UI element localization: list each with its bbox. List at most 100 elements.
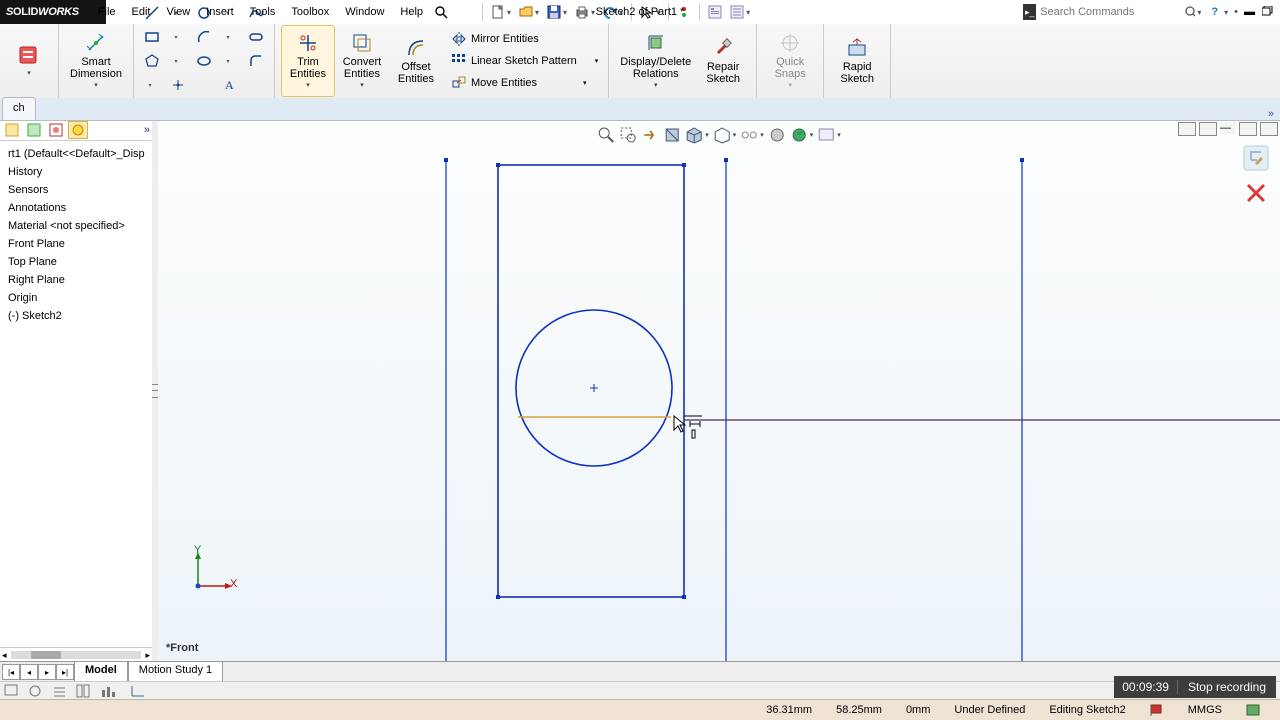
fillet-tool[interactable] (244, 50, 268, 72)
rec-stop-button[interactable]: Stop recording (1178, 680, 1276, 694)
open-icon[interactable] (519, 5, 533, 19)
dropdown-icon[interactable]: ▾ (94, 82, 98, 90)
text-tool[interactable]: A (218, 74, 242, 96)
print-icon[interactable] (575, 5, 589, 19)
tree-material[interactable]: Material <not specified> (2, 217, 150, 235)
sketch-geometry (158, 120, 1280, 665)
search-input[interactable] (1036, 5, 1184, 19)
ellipse-tool[interactable] (192, 50, 216, 72)
save-icon[interactable] (547, 5, 561, 19)
terminal-icon: ▸_ (1023, 4, 1036, 20)
dropdown-icon[interactable]: ▾ (1195, 8, 1203, 17)
tree-history[interactable]: History (2, 163, 150, 181)
dropdown-icon[interactable]: ▾ (535, 8, 539, 17)
scroll-left-icon[interactable]: ◂ (0, 650, 9, 661)
dropdown-icon[interactable]: ▾ (563, 8, 567, 17)
scroll-right-icon[interactable]: ▸ (143, 650, 152, 661)
menu-tools[interactable]: Tools (243, 4, 283, 20)
repair-sketch-button[interactable]: Repair Sketch (696, 25, 750, 97)
settings-icon[interactable] (730, 5, 744, 19)
new-doc-icon[interactable] (491, 5, 505, 19)
quick-snaps-button[interactable]: Quick Snaps ▾ (763, 25, 817, 97)
search-small-icon[interactable] (432, 5, 450, 19)
menu-window[interactable]: Window (338, 4, 391, 20)
tool-icon[interactable] (52, 684, 68, 698)
menu-view[interactable]: View (160, 4, 198, 20)
rapid-sketch-button[interactable]: Rapid Sketch (830, 25, 884, 97)
move-entities-button[interactable]: Move Entities▾ (447, 72, 602, 94)
tab-last-icon[interactable]: ▸| (56, 664, 74, 680)
arc-tool[interactable] (192, 26, 216, 48)
tab-next-icon[interactable]: ▸ (38, 664, 56, 680)
status-options-icon[interactable] (1246, 704, 1260, 716)
search-icon[interactable] (1184, 5, 1195, 19)
menu-edit[interactable]: Edit (125, 4, 158, 20)
help-icon[interactable]: ? (1211, 6, 1218, 18)
status-flag-icon[interactable] (1150, 704, 1164, 716)
triad-x-label: X (230, 578, 237, 590)
graphics-viewport[interactable]: ▾ ▾ ▾ ▾ ▾ — (158, 120, 1280, 662)
tree-origin[interactable]: Origin (2, 289, 150, 307)
tree-right-plane[interactable]: Right Plane (2, 271, 150, 289)
screen-recorder[interactable]: 00:09:39 Stop recording (1114, 676, 1276, 698)
exit-sketch-button[interactable]: ▾ (6, 25, 52, 97)
tree-sensors[interactable]: Sensors (2, 181, 150, 199)
move-label: Move Entities (471, 77, 537, 89)
dropdown-icon[interactable]: ▾ (306, 82, 310, 90)
mirror-label: Mirror Entities (471, 33, 539, 45)
mirror-entities-button[interactable]: Mirror Entities (447, 28, 602, 50)
options-icon[interactable] (708, 5, 722, 19)
menu-file[interactable]: File (91, 4, 123, 20)
propertymanager-tab-icon[interactable] (24, 121, 44, 139)
dropdown-icon[interactable]: ▾ (746, 8, 750, 17)
tool-icon[interactable] (130, 684, 146, 698)
menu-help[interactable]: Help (393, 4, 430, 20)
dropdown-icon[interactable]: ▾ (591, 8, 595, 17)
dimxpert-tab-icon[interactable] (68, 121, 88, 139)
minimize-button[interactable]: ▬ (1244, 6, 1256, 18)
tree-top-plane[interactable]: Top Plane (2, 253, 150, 271)
dropdown-icon[interactable]: ▾ (1224, 8, 1228, 17)
dropdown-icon[interactable]: ▾ (654, 82, 658, 90)
dropdown-icon[interactable]: ▾ (360, 82, 364, 90)
trim-entities-button[interactable]: Trim Entities ▾ (281, 25, 335, 97)
tab-motion-study[interactable]: Motion Study 1 (128, 662, 223, 682)
repair-label: Repair Sketch (706, 61, 740, 85)
tree-front-plane[interactable]: Front Plane (2, 235, 150, 253)
tab-model[interactable]: Model (74, 662, 128, 682)
tab-prev-icon[interactable]: ◂ (20, 664, 38, 680)
dropdown-icon[interactable]: ▾ (27, 70, 31, 78)
featuremanager-tab-icon[interactable] (2, 121, 22, 139)
restore-button[interactable] (1262, 6, 1274, 18)
expand-tabs-icon[interactable]: » (1268, 108, 1274, 120)
tool-icon[interactable] (4, 684, 20, 698)
polygon-tool[interactable] (140, 50, 164, 72)
menu-insert[interactable]: Insert (199, 4, 241, 20)
expand-panel-icon[interactable]: » (144, 124, 150, 136)
point-tool[interactable] (166, 74, 190, 96)
rectangle-tool[interactable] (140, 26, 164, 48)
tool-icon[interactable] (100, 684, 116, 698)
slot-tool[interactable] (244, 26, 268, 48)
status-units[interactable]: MMGS (1188, 704, 1222, 716)
linear-pattern-button[interactable]: Linear Sketch Pattern▾ (447, 50, 602, 72)
menu-toolbox[interactable]: Toolbox (284, 4, 336, 20)
tree-root[interactable]: rt1 (Default<<Default>_Disp (2, 145, 150, 163)
display-relations-button[interactable]: Display/Delete Relations ▾ (615, 25, 696, 97)
command-search[interactable]: ▸_ ▾ (1021, 3, 1205, 21)
tool-icon[interactable] (76, 684, 92, 698)
smart-dimension-label: Smart Dimension (70, 56, 122, 80)
tree-sketch2[interactable]: (-) Sketch2 (2, 307, 150, 325)
app-logo: SOLIDWORKS (6, 6, 79, 18)
tab-first-icon[interactable]: |◂ (2, 664, 20, 680)
tree-annotations[interactable]: Annotations (2, 199, 150, 217)
configmanager-tab-icon[interactable] (46, 121, 66, 139)
display-relations-label: Display/Delete Relations (620, 56, 691, 80)
smart-dimension-button[interactable]: Smart Dimension ▾ (65, 25, 127, 97)
tab-sketch[interactable]: ch (2, 97, 36, 120)
offset-entities-button[interactable]: Offset Entities (389, 25, 443, 97)
dropdown-icon[interactable]: ▾ (507, 8, 511, 17)
tool-icon[interactable] (28, 684, 44, 698)
feature-tree[interactable]: rt1 (Default<<Default>_Disp History Sens… (0, 141, 152, 329)
convert-entities-button[interactable]: Convert Entities ▾ (335, 25, 389, 97)
